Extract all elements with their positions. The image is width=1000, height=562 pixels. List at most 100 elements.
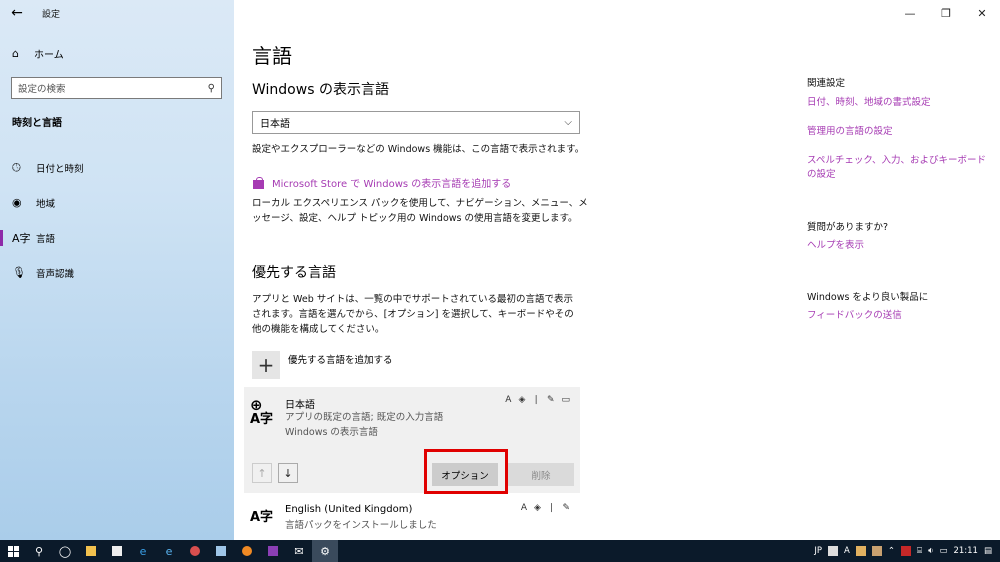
settings-taskbar-icon[interactable]: ⚙ xyxy=(312,540,338,562)
display-language-desc: 設定やエクスプローラーなどの Windows 機能は、この言語で表示されます。 xyxy=(252,144,585,155)
highlight-box xyxy=(424,449,508,494)
store-bag-icon xyxy=(252,176,266,189)
feedback-title: Windows をより良い製品に xyxy=(807,292,929,303)
document-icon[interactable] xyxy=(208,540,234,562)
app-title: 設定 xyxy=(42,9,61,20)
keyboard-icon: ▭ xyxy=(561,395,570,405)
nav-home-label: ホーム xyxy=(34,49,64,61)
clock-icon: 🕓︎ xyxy=(12,160,21,174)
feature-icons: A ◈ ❘ ✎ xyxy=(521,503,570,513)
remove-button[interactable]: 削除 xyxy=(508,463,574,486)
add-preferred-language-button[interactable]: + 優先する言語を追加する xyxy=(252,351,393,379)
volume-icon[interactable]: 🔉︎ xyxy=(928,546,933,556)
minimize-icon: — xyxy=(904,6,916,20)
firefox-icon[interactable] xyxy=(234,540,260,562)
windows-logo-icon xyxy=(7,545,19,557)
input-mode-icon[interactable]: A xyxy=(844,546,850,556)
help-link[interactable]: ヘルプを表示 xyxy=(807,239,864,253)
nav-home[interactable]: ⌂ ホーム xyxy=(0,42,234,64)
app-icon[interactable] xyxy=(182,540,208,562)
notification-icon[interactable]: ▤ xyxy=(984,546,992,556)
globe-icon: ◉ xyxy=(12,196,22,209)
display-language-feature-icon: A xyxy=(505,395,512,405)
related-link-date-format[interactable]: 日付、時刻、地域の書式設定 xyxy=(807,96,931,110)
taskbar: ⚲ ◯ e e ✉ ⚙ JP A ⌃ ⌸ 🔉︎ ▭ 21:11 ▤ xyxy=(0,540,1000,562)
minimize-button[interactable]: — xyxy=(892,0,928,26)
cortana-icon[interactable]: ◯ xyxy=(52,540,78,562)
edge-icon[interactable]: e xyxy=(130,540,156,562)
maximize-icon: ❐ xyxy=(941,6,951,20)
system-tray: JP A ⌃ ⌸ 🔉︎ ▭ 21:11 ▤ xyxy=(814,546,1000,556)
microphone-icon: 🎙︎ xyxy=(12,266,26,279)
language-sub2: Windows の表示言語 xyxy=(285,427,378,438)
close-icon: ✕ xyxy=(977,6,987,20)
arrow-up-icon: ↑ xyxy=(257,466,267,480)
display-language-feature-icon: A xyxy=(520,503,527,513)
mail-icon[interactable]: ✉ xyxy=(286,540,312,562)
titlebar: ← 設定 xyxy=(0,0,234,26)
sidebar-item-label: 地域 xyxy=(36,198,56,210)
network-icon[interactable]: ⌸ xyxy=(917,546,922,556)
window-controls: — ❐ ✕ xyxy=(892,0,1000,26)
section-title: 時刻と言語 xyxy=(12,118,62,129)
main-content: — ❐ ✕ 言語 Windows の表示言語 日本語 ⌵ 設定やエクスプローラー… xyxy=(234,0,1000,540)
move-down-button[interactable]: ↓ xyxy=(278,463,298,483)
sidebar: ← 設定 ⌂ ホーム 設定の検索 ⚲ 時刻と言語 🕓︎ 日付と時刻 ◉ 地域 A… xyxy=(0,0,234,540)
chevron-down-icon: ⌵ xyxy=(564,117,572,128)
search-icon[interactable]: ⚲ xyxy=(26,540,52,562)
language-name: English (United Kingdom) xyxy=(285,504,413,515)
tray-app-icon[interactable] xyxy=(871,546,882,556)
add-preferred-label: 優先する言語を追加する xyxy=(288,355,393,366)
store-icon[interactable] xyxy=(104,540,130,562)
search-input[interactable]: 設定の検索 ⚲ xyxy=(11,77,222,99)
store-link[interactable]: Microsoft Store で Windows の表示言語を追加する xyxy=(252,175,511,190)
nav-list: 🕓︎ 日付と時刻 ◉ 地域 A字 言語 🎙︎ 音声認識 xyxy=(0,150,234,290)
language-icon: A字 xyxy=(12,231,31,245)
home-icon: ⌂ xyxy=(12,46,19,60)
taskbar-left: ⚲ ◯ e e ✉ ⚙ xyxy=(0,540,338,562)
language-item-english[interactable]: A字 English (United Kingdom) 言語パックをインストール… xyxy=(244,498,580,540)
sidebar-item-label: 言語 xyxy=(36,233,56,245)
close-button[interactable]: ✕ xyxy=(964,0,1000,26)
related-link-admin-language[interactable]: 管理用の言語の設定 xyxy=(807,125,893,139)
language-sub1: アプリの既定の言語; 既定の入力言語 xyxy=(285,412,444,423)
security-icon[interactable] xyxy=(900,546,911,556)
related-title: 関連設定 xyxy=(807,78,846,89)
preferred-language-title: 優先する言語 xyxy=(252,265,336,281)
dropdown-value: 日本語 xyxy=(260,119,290,130)
ime-indicator[interactable]: JP xyxy=(814,546,822,556)
microphone-icon: ❘ xyxy=(532,395,540,405)
language-name: 日本語 xyxy=(285,400,315,411)
start-button[interactable] xyxy=(0,540,26,562)
display-language-dropdown[interactable]: 日本語 ⌵ xyxy=(252,111,580,134)
page-title: 言語 xyxy=(252,44,292,68)
store-link-label: Microsoft Store で Windows の表示言語を追加する xyxy=(272,179,512,190)
back-button[interactable]: ← xyxy=(0,0,34,26)
tray-app-icon[interactable] xyxy=(855,546,866,556)
language-glyph-icon: ⊕ A字 xyxy=(250,396,274,427)
sidebar-item-speech[interactable]: 🎙︎ 音声認識 xyxy=(0,255,234,290)
ie-icon[interactable]: e xyxy=(156,540,182,562)
clock-text[interactable]: 21:11 xyxy=(953,546,978,556)
handwriting-icon: ✎ xyxy=(546,395,555,405)
sidebar-item-region[interactable]: ◉ 地域 xyxy=(0,185,234,220)
question-title: 質問がありますか? xyxy=(807,222,889,233)
search-placeholder: 設定の検索 xyxy=(18,84,66,95)
sidebar-item-label: 日付と時刻 xyxy=(36,163,84,175)
move-up-button[interactable]: ↑ xyxy=(252,463,272,483)
file-explorer-icon[interactable] xyxy=(78,540,104,562)
local-experience-desc: ローカル エクスペリエンス パックを使用して、ナビゲーション、メニュー、メッセー… xyxy=(252,198,588,224)
sidebar-item-language[interactable]: A字 言語 xyxy=(0,220,234,255)
chevron-up-icon[interactable]: ⌃ xyxy=(888,546,895,556)
sidebar-item-date-time[interactable]: 🕓︎ 日付と時刻 xyxy=(0,150,234,185)
search-icon[interactable]: ⚲ xyxy=(208,83,215,94)
onenote-icon[interactable] xyxy=(260,540,286,562)
maximize-button[interactable]: ❐ xyxy=(928,0,964,26)
feedback-link[interactable]: フィードバックの送信 xyxy=(807,309,902,323)
handwriting-icon: ✎ xyxy=(562,503,570,513)
keyboard-icon[interactable]: ▭ xyxy=(939,546,947,556)
ime-mode-icon[interactable] xyxy=(828,546,839,556)
feature-icons: A ◈ ❘ ✎ ▭ xyxy=(505,395,570,405)
related-link-spelling-keyboard[interactable]: スペルチェック、入力、およびキーボードの設定 xyxy=(807,154,987,182)
plus-icon: + xyxy=(252,351,280,379)
